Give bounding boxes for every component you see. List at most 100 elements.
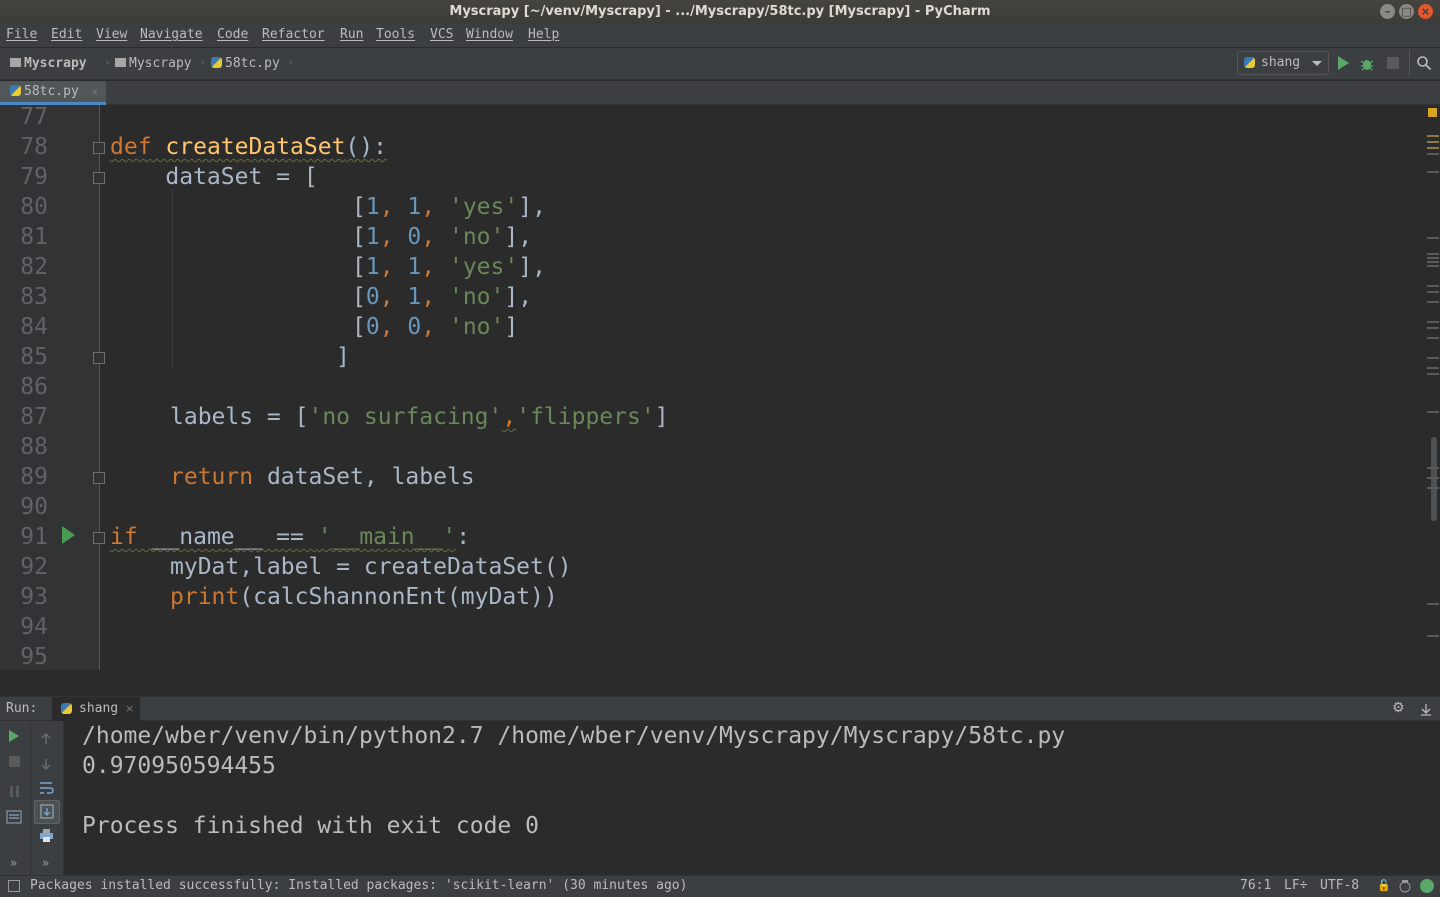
menu-code[interactable]: Code bbox=[217, 27, 248, 42]
hide-panel-icon[interactable] bbox=[1420, 701, 1432, 716]
python-file-icon bbox=[61, 703, 72, 714]
menu-refactor[interactable]: Refactor bbox=[262, 27, 325, 42]
code-line: [1, 0, 'no'], bbox=[352, 222, 532, 252]
stripe-mark[interactable] bbox=[1427, 135, 1439, 137]
breadcrumb-folder-label: Myscrapy bbox=[129, 56, 192, 71]
soft-wrap-icon[interactable] bbox=[39, 780, 54, 794]
menu-view[interactable]: View bbox=[96, 27, 127, 42]
code-token: , bbox=[379, 254, 408, 280]
inspector-icon[interactable] bbox=[1398, 879, 1412, 893]
stripe-mark[interactable] bbox=[1427, 147, 1439, 149]
stripe-mark[interactable] bbox=[1427, 367, 1439, 369]
stripe-mark[interactable] bbox=[1427, 321, 1439, 323]
close-button[interactable]: × bbox=[1418, 4, 1433, 19]
more-actions-icon[interactable]: » bbox=[10, 856, 17, 870]
stripe-mark[interactable] bbox=[1427, 285, 1439, 287]
scrollbar-thumb[interactable] bbox=[1431, 437, 1437, 521]
file-encoding[interactable]: UTF-8 bbox=[1320, 878, 1359, 893]
menu-tools[interactable]: Tools bbox=[376, 27, 415, 42]
stripe-mark[interactable] bbox=[1427, 477, 1439, 479]
menu-run[interactable]: Run bbox=[340, 27, 363, 42]
minimize-button[interactable]: – bbox=[1380, 4, 1395, 19]
scroll-down-icon[interactable] bbox=[40, 755, 52, 771]
debug-icon[interactable] bbox=[1360, 56, 1374, 71]
stripe-mark[interactable] bbox=[1427, 635, 1439, 637]
fold-marker[interactable] bbox=[93, 172, 105, 184]
stripe-mark[interactable] bbox=[1427, 257, 1439, 259]
menu-navigate[interactable]: Navigate bbox=[140, 27, 203, 42]
event-log-icon[interactable] bbox=[1420, 879, 1434, 893]
code-token: , bbox=[421, 284, 449, 310]
scroll-to-end-button[interactable] bbox=[34, 800, 60, 824]
stripe-mark[interactable] bbox=[1427, 327, 1439, 329]
maximize-button[interactable]: □ bbox=[1399, 4, 1414, 19]
stop-icon[interactable] bbox=[9, 756, 20, 767]
line-separator[interactable]: LF÷ bbox=[1284, 878, 1307, 893]
stripe-mark[interactable] bbox=[1427, 467, 1439, 469]
code-token: 'no' bbox=[448, 314, 505, 340]
fold-marker[interactable] bbox=[93, 352, 105, 364]
breadcrumb-project[interactable]: Myscrapy bbox=[10, 56, 87, 71]
print-icon[interactable] bbox=[39, 828, 54, 843]
rerun-icon[interactable] bbox=[9, 730, 19, 742]
line-number: 90 bbox=[20, 494, 48, 520]
stripe-mark[interactable] bbox=[1427, 357, 1439, 359]
run-icon[interactable] bbox=[1338, 56, 1349, 70]
stripe-mark[interactable] bbox=[1427, 265, 1439, 267]
code-line: labels = ['no surfacing','flippers'] bbox=[170, 402, 669, 432]
breadcrumb-folder[interactable]: Myscrapy bbox=[115, 56, 192, 71]
code-editor[interactable]: 77 78 79 80 81 82 83 84 85 86 87 88 89 9… bbox=[0, 105, 1440, 670]
warning-indicator-icon[interactable] bbox=[1428, 108, 1437, 117]
code-token: , bbox=[421, 224, 449, 250]
close-tab-icon[interactable]: × bbox=[125, 702, 134, 715]
stripe-mark[interactable] bbox=[1427, 291, 1439, 293]
menu-help[interactable]: Help bbox=[528, 27, 559, 42]
settings-icon[interactable]: ⚙ bbox=[1392, 700, 1405, 716]
status-message[interactable]: Packages installed successfully: Install… bbox=[30, 878, 687, 893]
error-stripe[interactable] bbox=[1424, 105, 1440, 670]
stripe-mark[interactable] bbox=[1427, 301, 1439, 303]
menu-edit[interactable]: Edit bbox=[51, 27, 82, 42]
stripe-mark[interactable] bbox=[1427, 261, 1439, 263]
run-configuration-select[interactable]: shang bbox=[1237, 51, 1329, 75]
stripe-mark[interactable] bbox=[1427, 253, 1439, 255]
search-icon[interactable] bbox=[1416, 55, 1432, 71]
lock-icon[interactable]: 🔓 bbox=[1377, 879, 1391, 892]
window-title: Myscrapy [~/venv/Myscrapy] - .../Myscrap… bbox=[449, 4, 991, 19]
fold-marker[interactable] bbox=[93, 532, 105, 544]
folder-icon bbox=[10, 58, 21, 67]
menu-vcs[interactable]: VCS bbox=[430, 27, 453, 42]
stop-icon[interactable] bbox=[1387, 57, 1399, 69]
run-tab-label: shang bbox=[79, 701, 119, 716]
stripe-mark[interactable] bbox=[1427, 373, 1439, 375]
run-configuration-label: shang bbox=[1261, 55, 1301, 70]
code-token: 1 bbox=[365, 254, 380, 280]
breadcrumb-file[interactable]: 58tc.py bbox=[211, 56, 280, 71]
pause-icon[interactable] bbox=[9, 782, 20, 797]
close-tab-icon[interactable]: × bbox=[92, 85, 99, 98]
run-tab-shang[interactable]: shang × bbox=[52, 697, 140, 721]
stripe-mark[interactable] bbox=[1427, 237, 1439, 239]
editor-tab-58tc[interactable]: 58tc.py × bbox=[0, 81, 106, 105]
caret-position[interactable]: 76:1 bbox=[1240, 878, 1271, 893]
menu-file[interactable]: File bbox=[6, 27, 37, 42]
stripe-mark[interactable] bbox=[1427, 153, 1439, 155]
line-number: 80 bbox=[20, 194, 48, 220]
menu-window[interactable]: Window bbox=[466, 27, 513, 42]
stripe-mark[interactable] bbox=[1427, 141, 1439, 143]
code-token: : bbox=[456, 524, 471, 550]
window-titlebar: Myscrapy [~/venv/Myscrapy] - .../Myscrap… bbox=[0, 0, 1440, 24]
tool-windows-icon[interactable] bbox=[8, 880, 20, 892]
stripe-mark[interactable] bbox=[1427, 603, 1439, 605]
stripe-mark[interactable] bbox=[1427, 171, 1439, 173]
fold-marker[interactable] bbox=[93, 472, 105, 484]
more-actions-icon[interactable]: » bbox=[42, 856, 49, 870]
stripe-mark[interactable] bbox=[1427, 411, 1439, 413]
layout-icon[interactable] bbox=[6, 809, 22, 824]
code-token: print bbox=[170, 584, 240, 610]
fold-marker[interactable] bbox=[93, 142, 105, 154]
run-gutter-icon[interactable] bbox=[62, 526, 75, 544]
stripe-mark[interactable] bbox=[1427, 487, 1439, 489]
stripe-mark[interactable] bbox=[1427, 337, 1439, 339]
scroll-up-icon[interactable] bbox=[40, 730, 52, 744]
